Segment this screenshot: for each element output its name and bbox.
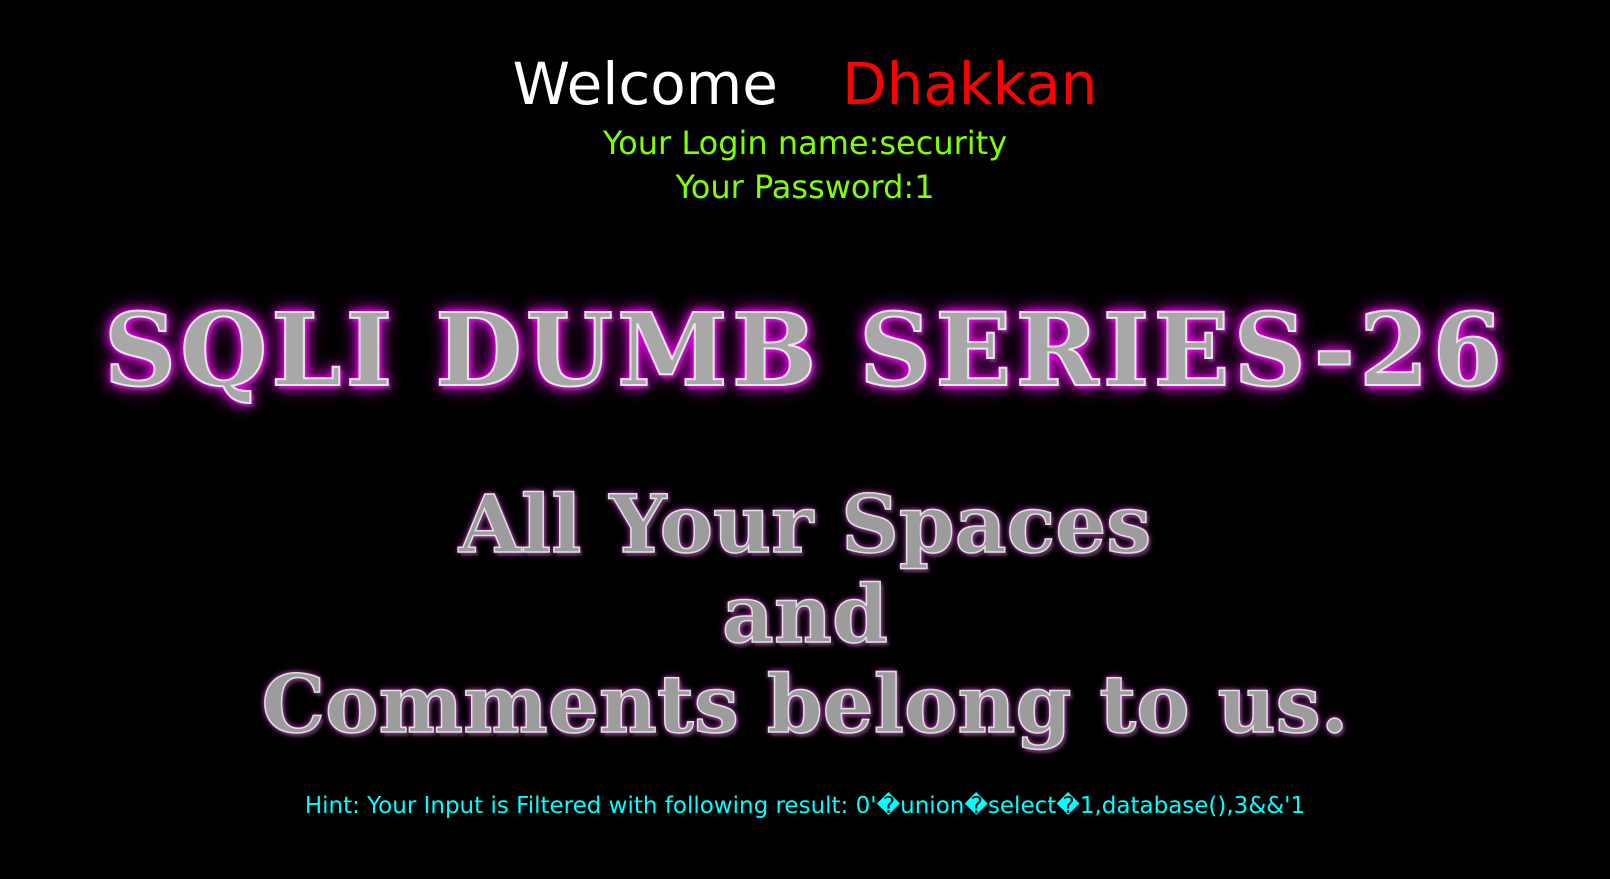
- slogan-line-2: and: [721, 567, 888, 661]
- filter-hint-text: Hint: Your Input is Filtered with follow…: [304, 793, 1306, 819]
- login-name-text: Your Login name:security: [602, 124, 1008, 162]
- welcome-user-name: Dhakkan: [841, 50, 1098, 118]
- slogan-line-3: Comments belong to us.: [261, 657, 1350, 751]
- slogan-line-1: All Your Spaces: [458, 477, 1152, 571]
- welcome-line: Welcome Dhakkan: [0, 52, 1610, 116]
- welcome-greeting: Welcome: [512, 50, 778, 118]
- login-password-text: Your Password:1: [675, 168, 935, 206]
- banner-title-image: SQLI DUMB SERIES-26: [103, 290, 1507, 410]
